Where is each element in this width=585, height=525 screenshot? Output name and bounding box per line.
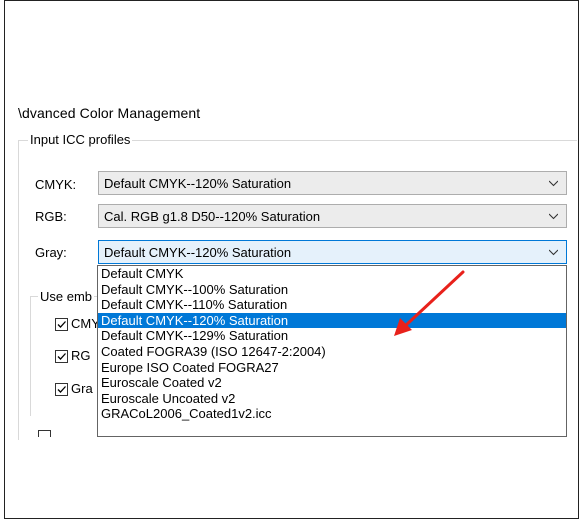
chevron-down-icon <box>549 213 558 220</box>
dropdown-option[interactable]: Euroscale Coated v2 <box>98 375 566 391</box>
rgb-label: RGB: <box>35 209 67 224</box>
chevron-down-icon <box>549 180 558 187</box>
chevron-down-icon <box>549 249 558 256</box>
gray-embedded-label: Gra <box>71 381 93 396</box>
dropdown-option[interactable]: Default CMYK--129% Saturation <box>98 328 566 344</box>
partial-checkbox[interactable] <box>38 430 51 437</box>
dropdown-option-selected[interactable]: Default CMYK--120% Saturation <box>98 312 566 329</box>
checkmark-icon <box>57 321 66 328</box>
use-embedded-label: Use emb <box>38 289 95 304</box>
dropdown-option[interactable]: Coated FOGRA39 (ISO 12647-2:2004) <box>98 344 566 360</box>
embedded-group-border-left <box>30 296 31 416</box>
rgb-embedded-checkbox[interactable] <box>55 350 68 363</box>
gray-profile-dropdown-list[interactable]: Default CMYK Default CMYK--100% Saturati… <box>97 265 567 437</box>
cmyk-profile-value: Default CMYK--120% Saturation <box>104 175 292 191</box>
cmyk-profile-select[interactable]: Default CMYK--120% Saturation <box>98 171 567 195</box>
gray-embedded-checkbox[interactable] <box>55 383 68 396</box>
rgb-profile-select[interactable]: Cal. RGB g1.8 D50--120% Saturation <box>98 204 567 228</box>
gray-profile-value: Default CMYK--120% Saturation <box>104 244 292 260</box>
rgb-embedded-label: RG <box>71 348 91 363</box>
group-border-left <box>18 140 19 440</box>
group-label: Input ICC profiles <box>28 132 133 147</box>
checkmark-icon <box>57 353 66 360</box>
dropdown-option[interactable]: Europe ISO Coated FOGRA27 <box>98 360 566 376</box>
gray-label: Gray: <box>35 245 67 260</box>
gray-profile-select[interactable]: Default CMYK--120% Saturation <box>98 240 567 264</box>
cmyk-embedded-checkbox[interactable] <box>55 318 68 331</box>
dropdown-option[interactable]: Default CMYK--110% Saturation <box>98 297 566 313</box>
dropdown-option[interactable]: Default CMYK <box>98 266 566 282</box>
cmyk-label: CMYK: <box>35 177 77 192</box>
rgb-profile-value: Cal. RGB g1.8 D50--120% Saturation <box>104 208 321 224</box>
dropdown-option[interactable]: GRACoL2006_Coated1v2.icc <box>98 406 566 422</box>
dialog-title: \dvanced Color Management <box>18 105 201 121</box>
checkmark-icon <box>57 386 66 393</box>
cmyk-embedded-label: CMY <box>71 316 100 331</box>
dropdown-option[interactable]: Default CMYK--100% Saturation <box>98 282 566 298</box>
dropdown-option[interactable]: Euroscale Uncoated v2 <box>98 391 566 407</box>
